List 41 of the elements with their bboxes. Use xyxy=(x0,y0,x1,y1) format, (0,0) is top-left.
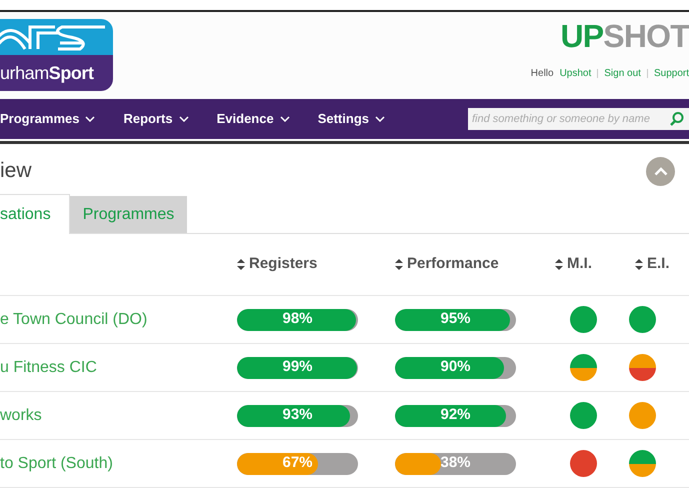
progress-value: 67% xyxy=(281,453,314,474)
progress-value: 90% xyxy=(439,357,472,378)
organisation-name[interactable]: u Fitness CIC xyxy=(0,356,237,380)
nav-menu-item[interactable]: Reports xyxy=(123,109,189,129)
chevron-up-icon xyxy=(654,166,668,176)
sort-icon xyxy=(237,259,245,270)
progress-value: 98% xyxy=(281,309,314,330)
greeting: Hello xyxy=(530,67,554,81)
chevron-down-icon xyxy=(280,116,290,122)
nav-menu-item[interactable]: Evidence xyxy=(216,109,290,129)
organisation-name[interactable]: works xyxy=(0,404,237,428)
organisation-name[interactable]: e Town Council (DO) xyxy=(0,308,237,332)
sort-icon xyxy=(395,259,403,270)
progress-value: 95% xyxy=(439,309,472,330)
sort-icon xyxy=(635,259,643,270)
column-header[interactable]: E.I. xyxy=(647,253,670,276)
page-title: iew xyxy=(0,158,32,184)
search-icon[interactable] xyxy=(669,111,685,127)
organisation-name[interactable]: to Sport (South) xyxy=(0,452,237,476)
header-link[interactable]: Support xyxy=(654,66,689,81)
header-link[interactable]: Upshot xyxy=(560,66,592,81)
collapse-button[interactable] xyxy=(646,156,675,186)
chevron-down-icon xyxy=(375,116,385,122)
nav-menu-item[interactable]: Programmes xyxy=(0,109,96,129)
tab[interactable]: Programmes xyxy=(70,196,188,233)
chevron-down-icon xyxy=(178,116,189,122)
progress-value: 92% xyxy=(439,405,472,426)
logo-text: urhamSport xyxy=(0,62,94,85)
nav-menu-item[interactable]: Settings xyxy=(318,109,385,129)
header-link[interactable]: Sign out xyxy=(604,66,641,81)
column-header[interactable]: Performance xyxy=(407,253,499,276)
sort-icon xyxy=(555,259,563,270)
tab[interactable]: sations xyxy=(0,194,70,234)
column-header[interactable]: Registers xyxy=(249,253,318,276)
progress-value: 38% xyxy=(439,453,472,474)
upshot-logo: UPSHOT xyxy=(560,20,689,52)
progress-value: 93% xyxy=(281,405,314,426)
search-field[interactable]: find something or someone by name xyxy=(468,108,689,130)
column-header[interactable]: M.I. xyxy=(567,253,592,276)
progress-value: 99% xyxy=(281,357,314,378)
chevron-down-icon xyxy=(85,116,96,122)
